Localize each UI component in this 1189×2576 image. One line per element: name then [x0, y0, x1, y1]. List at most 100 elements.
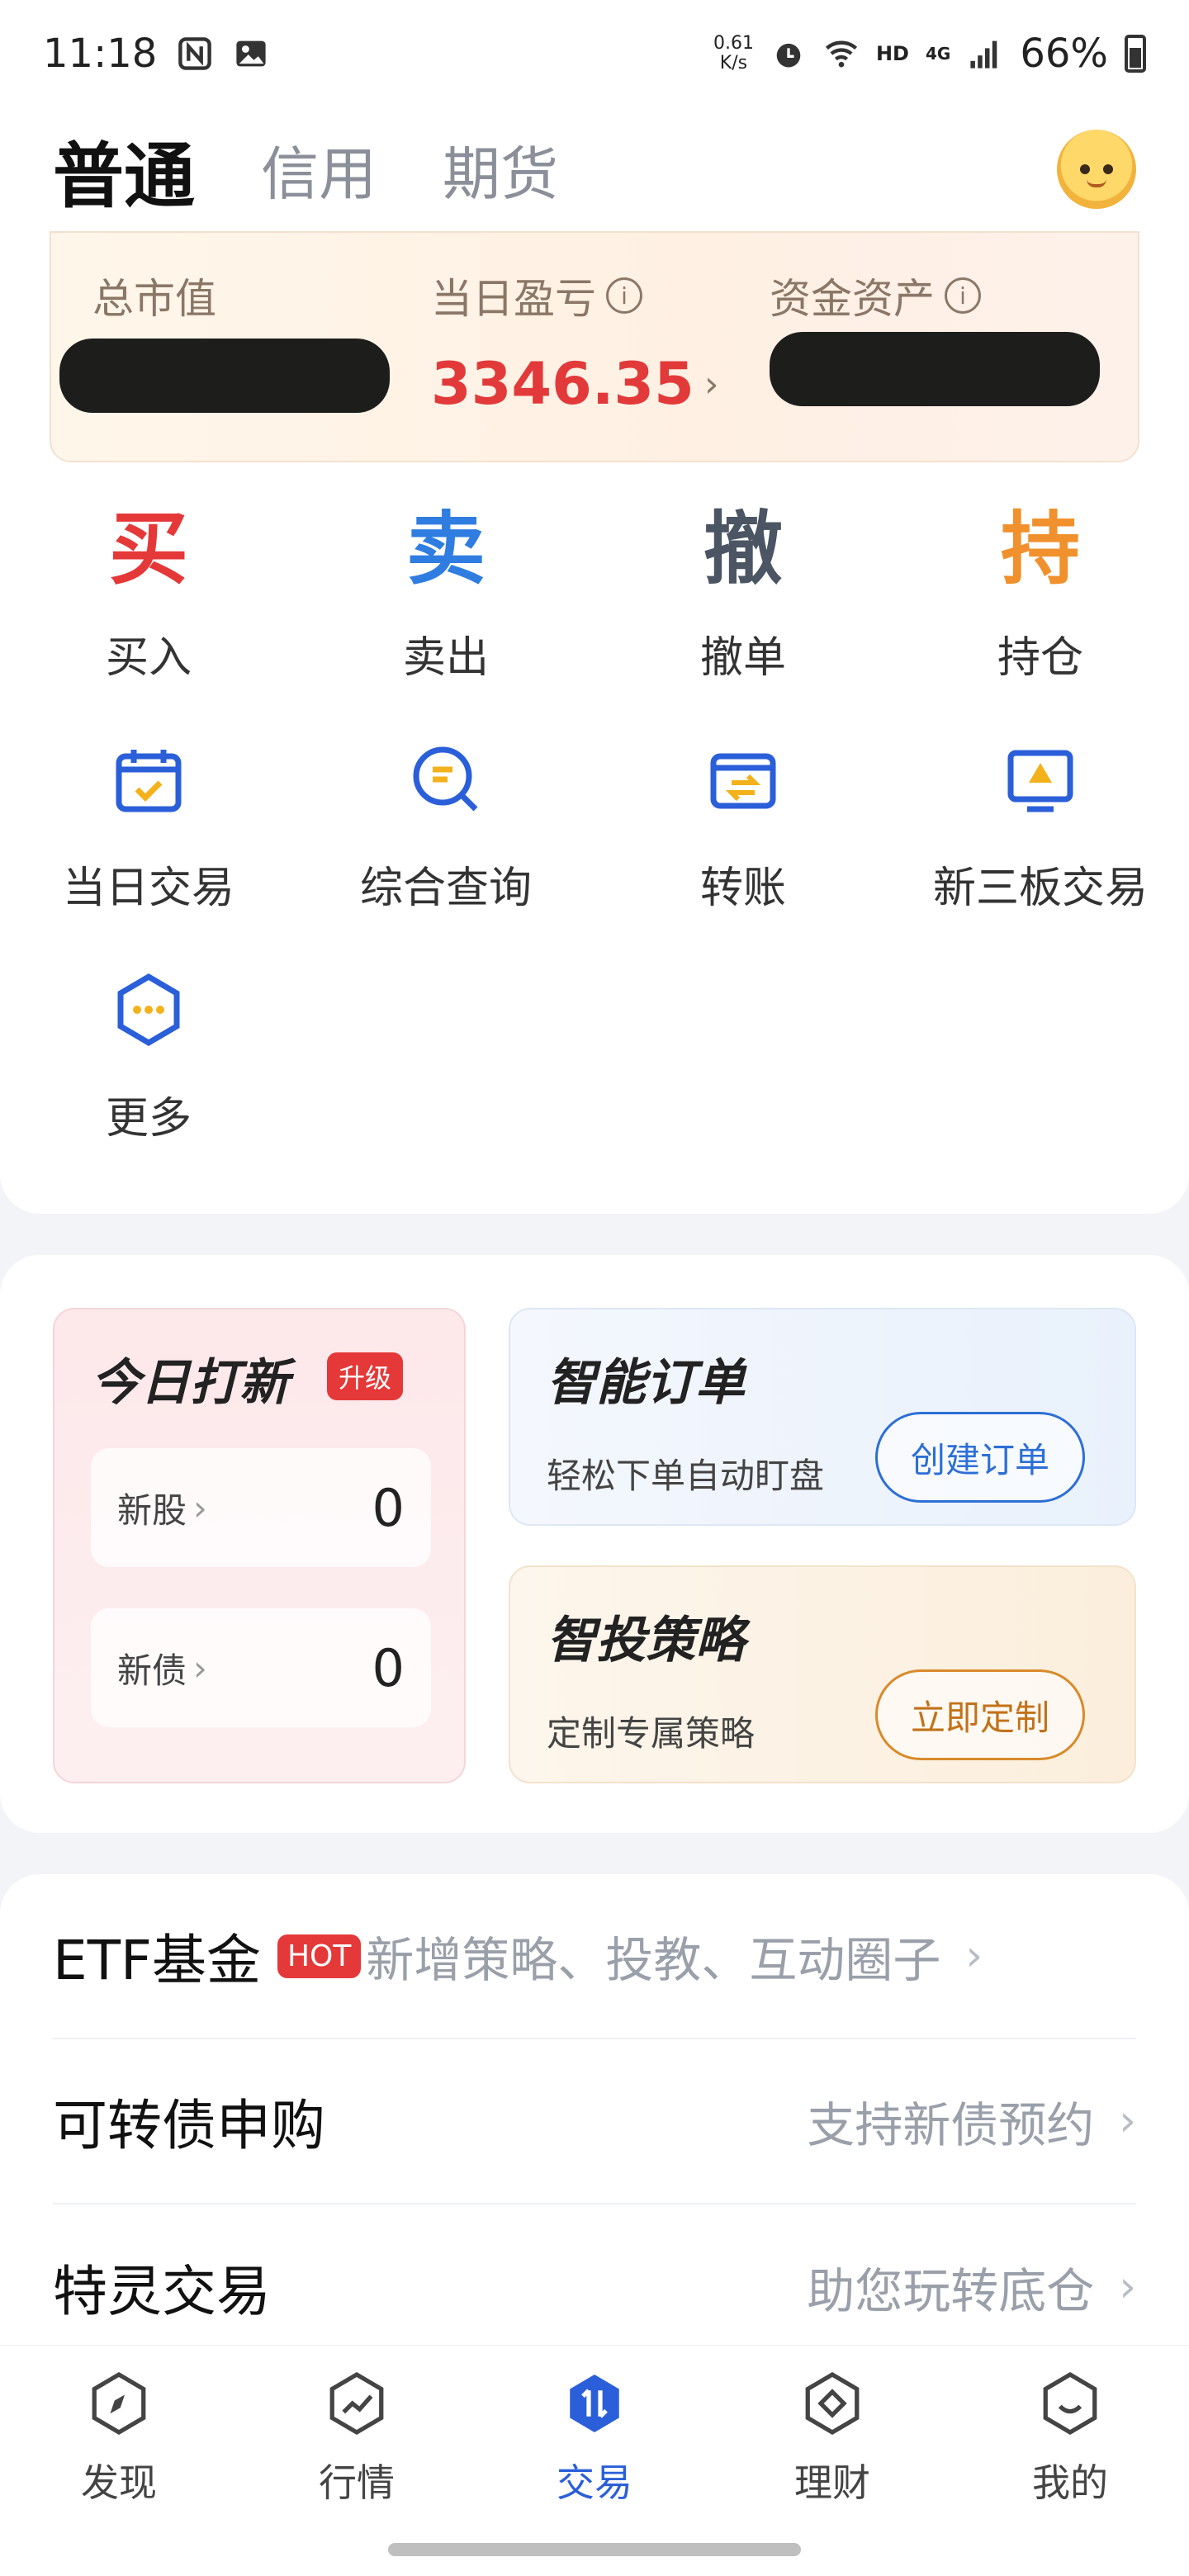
- list-item-convertible-bond[interactable]: 可转债申购 支持新债预约 ›: [53, 2039, 1136, 2204]
- positions-button[interactable]: 持 持仓: [892, 504, 1189, 684]
- positions-icon: 持: [1001, 503, 1080, 595]
- tab-normal[interactable]: 普通: [53, 118, 195, 221]
- customize-now-button[interactable]: 立即定制: [874, 1669, 1085, 1760]
- daily-trades-button[interactable]: 当日交易: [0, 734, 297, 915]
- account-type-tabs: 普通 信用 期货: [0, 107, 1189, 231]
- new-bond-label: 新债: [117, 1650, 187, 1691]
- etf-desc: 新增策略、投教、互动圈子: [366, 1932, 941, 1988]
- finance-icon: [796, 2367, 869, 2440]
- more-label: 更多: [105, 1094, 192, 1144]
- new-stock-row[interactable]: 新股 › 0: [91, 1448, 431, 1567]
- wifi-icon: [825, 40, 858, 68]
- more-button[interactable]: 更多: [0, 964, 297, 1145]
- more-hexagon-icon: [103, 964, 194, 1055]
- tiling-trade-title: 特灵交易: [53, 2260, 271, 2323]
- nav-discover-label: 发现: [81, 2460, 157, 2505]
- etf-title: ETF基金: [53, 1929, 261, 1992]
- network-speed: 0.61 K/s: [713, 33, 754, 73]
- search-doc-icon: [400, 734, 491, 825]
- ipo-card[interactable]: 今日打新 升级 新股 › 0 新债 › 0: [53, 1308, 466, 1783]
- tab-credit[interactable]: 信用: [261, 128, 377, 211]
- cancel-order-icon: 撤: [703, 503, 783, 595]
- fund-assets-label: 资金资产: [770, 275, 935, 323]
- network-type: 4G: [925, 44, 951, 64]
- daily-profit-loss[interactable]: 当日盈亏 i 3346.35 ›: [431, 266, 718, 418]
- sell-button[interactable]: 卖 卖出: [297, 504, 594, 684]
- home-indicator[interactable]: [388, 2543, 801, 2556]
- nav-discover[interactable]: 发现: [0, 2346, 238, 2526]
- bottom-nav: 发现 行情 交易 理财 我的: [0, 2345, 1189, 2526]
- sell-icon: 卖: [406, 503, 486, 595]
- daily-pl-label: 当日盈亏: [431, 275, 596, 323]
- chevron-right-icon: ›: [193, 1647, 207, 1688]
- redacted-scribble: [770, 332, 1100, 406]
- smart-order-title: 智能订单: [547, 1354, 745, 1412]
- chevron-right-icon: ›: [193, 1487, 207, 1528]
- fund-assets[interactable]: 资金资产 i: [770, 266, 981, 325]
- trade-panel: 总市值 当日盈亏 i 3346.35 › 资金资产 i 买 买入 卖 卖出 撤 …: [0, 231, 1189, 1214]
- transfer-icon: [698, 734, 789, 825]
- board-icon: [995, 734, 1086, 825]
- battery-icon: [1125, 35, 1146, 73]
- hd-label: HD: [875, 42, 909, 65]
- tiling-trade-desc: 助您玩转底仓: [807, 2263, 1095, 2319]
- info-icon[interactable]: i: [945, 277, 981, 314]
- daily-pl-value: 3346.35: [431, 350, 694, 418]
- total-market-value[interactable]: 总市值: [92, 266, 216, 325]
- list-item-etf[interactable]: ETF基金 HOT 新增策略、投教、互动圈子 ›: [53, 1874, 1136, 2039]
- nav-market[interactable]: 行情: [238, 2346, 476, 2526]
- new-bond-row[interactable]: 新债 › 0: [91, 1608, 431, 1727]
- query-label: 综合查询: [359, 864, 532, 913]
- promo-section: 今日打新 升级 新股 › 0 新债 › 0 智能订单 轻松下单自动盯盘 创建订单…: [0, 1255, 1189, 1833]
- new-stock-label: 新股: [117, 1489, 187, 1531]
- alarm-icon: [776, 43, 801, 68]
- convertible-bond-title: 可转债申购: [53, 2094, 325, 2157]
- total-market-value-label: 总市值: [92, 275, 216, 323]
- buy-label: 买入: [105, 633, 192, 683]
- upgrade-badge: 升级: [327, 1352, 404, 1400]
- strategy-card[interactable]: 智投策略 定制专属策略 立即定制: [509, 1565, 1136, 1783]
- nav-finance[interactable]: 理财: [713, 2346, 951, 2526]
- nav-profile-label: 我的: [1032, 2460, 1108, 2505]
- asset-summary-card: 总市值 当日盈亏 i 3346.35 › 资金资产 i: [50, 231, 1139, 462]
- status-time: 11:18: [43, 31, 158, 77]
- calendar-check-icon: [103, 734, 194, 825]
- query-button[interactable]: 综合查询: [297, 734, 594, 915]
- buy-icon: 买: [109, 503, 188, 595]
- strategy-title: 智投策略: [547, 1612, 745, 1669]
- chevron-right-icon: ›: [1119, 2096, 1136, 2146]
- new-stock-count: 0: [372, 1477, 405, 1538]
- neeq-trade-label: 新三板交易: [932, 864, 1148, 913]
- hot-badge: HOT: [277, 1934, 362, 1978]
- image-icon: [236, 40, 266, 67]
- chevron-right-icon: ›: [1119, 2262, 1136, 2312]
- positions-label: 持仓: [997, 633, 1083, 683]
- ipo-title: 今日打新: [91, 1354, 289, 1412]
- create-order-button[interactable]: 创建订单: [874, 1412, 1085, 1503]
- smart-order-subtitle: 轻松下单自动盯盘: [547, 1456, 825, 1496]
- nav-trade[interactable]: 交易: [476, 2346, 713, 2526]
- neeq-trade-button[interactable]: 新三板交易: [892, 734, 1189, 915]
- cancel-order-button[interactable]: 撤 撤单: [594, 504, 892, 684]
- status-bar: 11:18 0.61 K/s HD 4G 66%: [0, 0, 1189, 107]
- redacted-scribble: [59, 339, 390, 413]
- transfer-button[interactable]: 转账: [594, 734, 892, 915]
- battery-percent: 66%: [1020, 31, 1108, 77]
- nav-profile[interactable]: 我的: [951, 2346, 1189, 2526]
- new-bond-count: 0: [372, 1637, 405, 1698]
- tab-futures[interactable]: 期货: [443, 128, 558, 211]
- daily-trades-label: 当日交易: [62, 864, 234, 913]
- smart-order-card[interactable]: 智能订单 轻松下单自动盯盘 创建订单: [509, 1308, 1136, 1526]
- signal-icon: [970, 40, 997, 69]
- convertible-bond-desc: 支持新债预约: [807, 2097, 1095, 2153]
- mascot-icon[interactable]: [1057, 130, 1136, 209]
- trade-icon: [558, 2367, 631, 2440]
- transfer-label: 转账: [699, 864, 786, 913]
- nfc-icon: [178, 37, 212, 70]
- buy-button[interactable]: 买 买入: [0, 504, 297, 684]
- compass-icon: [83, 2367, 155, 2440]
- sell-label: 卖出: [402, 633, 489, 683]
- info-icon[interactable]: i: [606, 277, 642, 314]
- nav-finance-label: 理财: [794, 2460, 870, 2505]
- strategy-subtitle: 定制专属策略: [547, 1713, 756, 1754]
